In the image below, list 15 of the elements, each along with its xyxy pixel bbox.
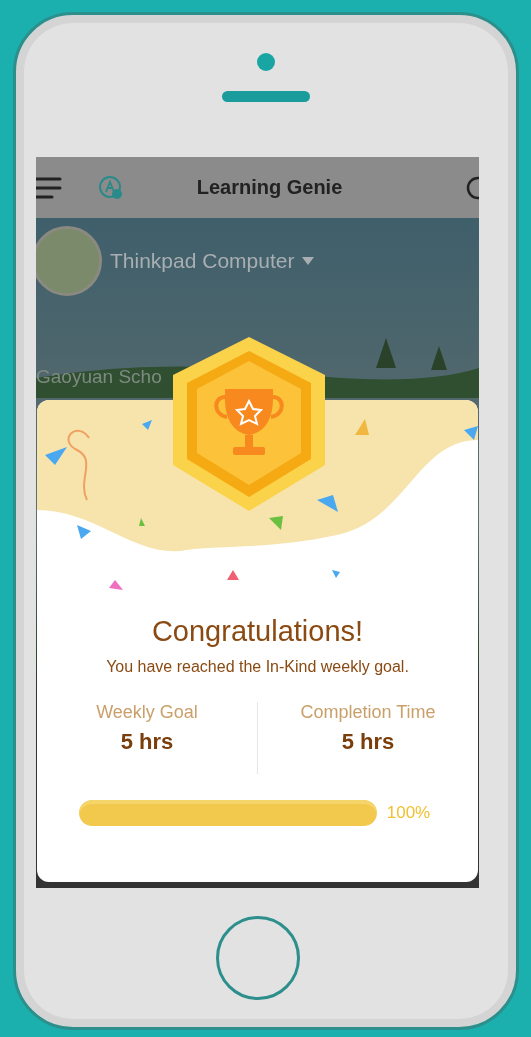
stat-label: Weekly Goal: [96, 702, 198, 723]
dialog-message: You have reached the In-Kind weekly goal.: [106, 658, 409, 676]
profile-name[interactable]: Thinkpad Computer: [110, 249, 295, 273]
camera-dot: [256, 53, 275, 71]
stat-label: Completion Time: [300, 702, 436, 723]
menu-icon[interactable]: [36, 175, 62, 200]
app-title: Learning Genie: [195, 176, 344, 199]
stat-value: 5 hrs: [120, 729, 174, 755]
account-check-icon[interactable]: [98, 174, 124, 201]
stat-value: 5 hrs: [341, 729, 395, 755]
dialog-title: Congratulations!: [151, 615, 364, 648]
school-name: Gaoyuan Scho: [36, 366, 163, 388]
search-icon[interactable]: [465, 174, 479, 201]
caret-icon[interactable]: [302, 257, 315, 265]
progress-percent: 100%: [386, 803, 431, 823]
